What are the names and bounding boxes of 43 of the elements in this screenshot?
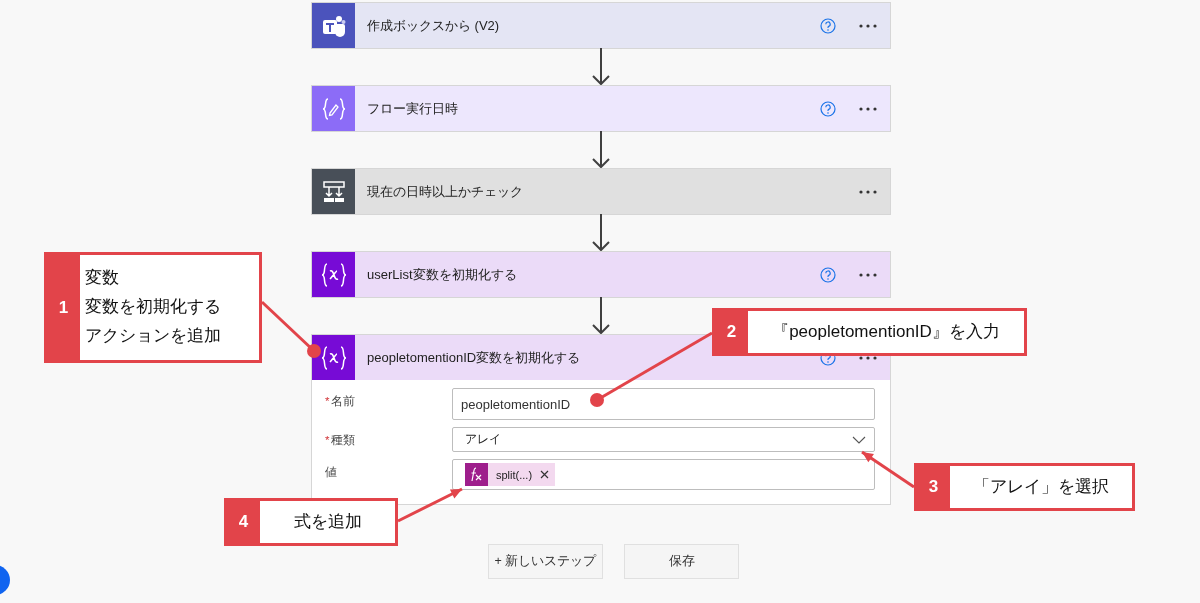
function-icon [465,463,488,486]
card-title: 作成ボックスから (V2) [367,16,501,35]
card-title: userList変数を初期化する [367,265,518,284]
card-title: 現在の日時以上かチェック [367,182,524,201]
connector-arrow [591,131,611,169]
connector-arrow [591,214,611,252]
card-header[interactable]: 現在の日時以上かチェック [312,169,890,214]
callout-text: 「アレイ」を選択 [973,475,1109,498]
help-icon[interactable] [820,266,836,283]
value-field[interactable]: split(...) [452,459,875,490]
card-title: フロー実行日時 [367,99,459,118]
help-icon[interactable] [820,100,836,117]
save-button[interactable]: 保存 [624,544,739,579]
type-dropdown[interactable]: アレイ [452,427,875,452]
callout-text: アクションを追加 [85,324,221,347]
chevron-down-icon [852,435,866,444]
connector-arrow [591,297,611,335]
card-title: peopletomentionID変数を初期化する [367,348,582,367]
step-number: 1 [47,255,80,360]
remove-icon[interactable] [540,470,550,479]
more-icon[interactable] [858,22,878,29]
card-header[interactable]: 作成ボックスから (V2) [312,3,890,48]
condition-icon [320,178,347,205]
callout-text: 変数を初期化する [85,296,221,319]
help-icon[interactable] [820,17,836,34]
step-number: 2 [715,311,748,353]
card-header[interactable]: userList変数を初期化する [312,252,890,297]
field-label: * 種類 [325,433,357,448]
field-label: * 名前 [325,394,357,409]
card-header[interactable]: フロー実行日時 [312,86,890,131]
field-label: 値 [325,465,338,480]
expression-token[interactable]: split(...) [465,463,556,486]
connector-arrow [591,48,611,86]
step-number: 3 [917,466,950,508]
new-step-button[interactable]: + 新しいステップ [488,544,603,579]
step-number: 4 [227,501,260,543]
callout-text: 変数 [85,267,119,290]
braces-pencil-icon [320,95,347,122]
more-icon[interactable] [858,271,878,278]
more-icon[interactable] [858,105,878,112]
more-icon[interactable] [858,188,878,195]
name-field[interactable]: peopletomentionID [452,388,875,420]
callout-text: 式を追加 [293,510,362,533]
